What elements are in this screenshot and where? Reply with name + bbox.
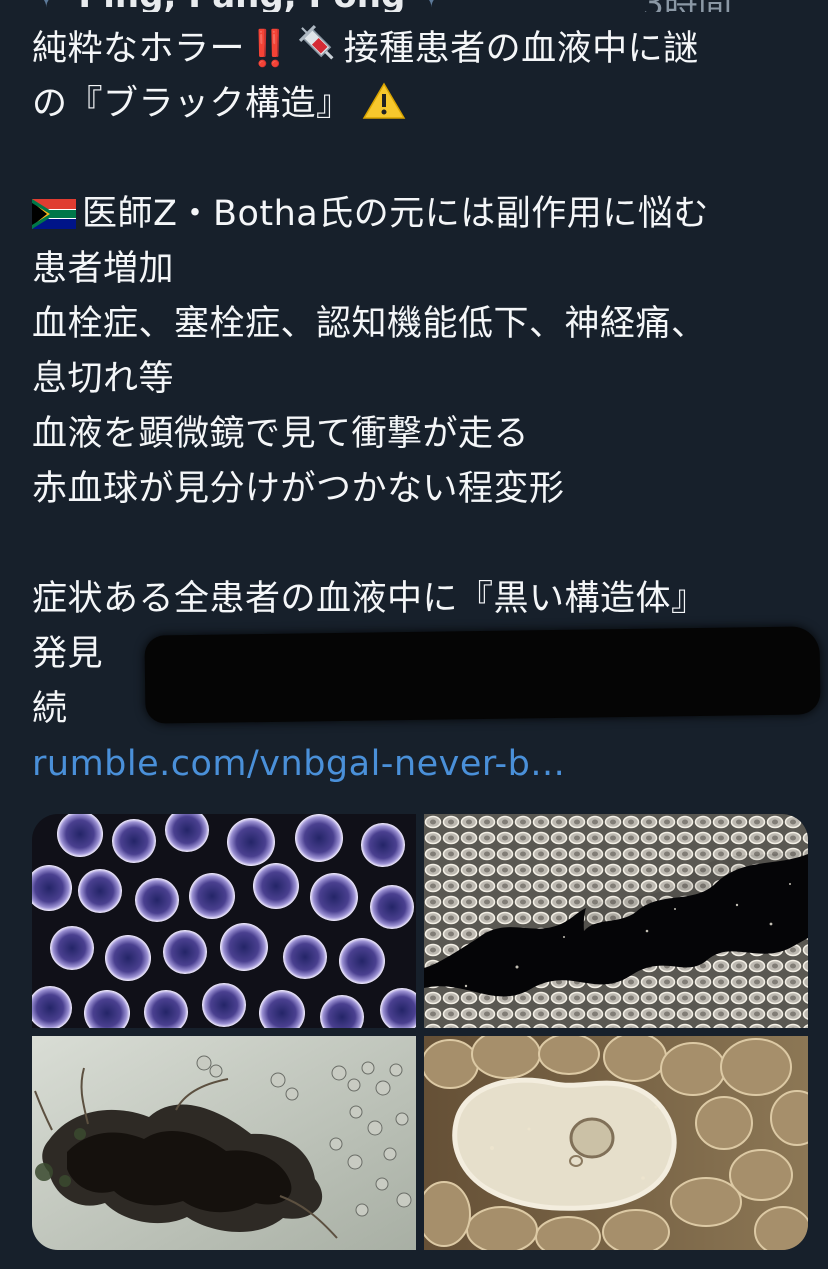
tweet-line: 赤血球が見分けがつかない程変形 [32,469,565,509]
tweet-author-header[interactable]: ✦ Ping, Pang, Pong ✦ 3時間 [32,0,732,12]
tweet-line: 症状ある全患者の血液中に『黒い構造体』 [32,579,707,619]
tweet-line: の『ブラック構造』 [32,77,802,132]
author-name: Ping, Pang, Pong [78,0,405,12]
media-image-black-structure[interactable] [32,1036,416,1250]
south-africa-flag-icon [32,191,76,229]
media-image-normal-blood-cells[interactable] [32,814,416,1028]
sparkle-icon: ✦ [32,0,61,12]
tweet-line: 血液を顕微鏡で見て衝撃が走る [32,414,530,454]
redaction-mark [144,626,821,724]
tweet-line: 息切れ等 [32,359,175,399]
media-grid[interactable] [32,814,808,1250]
tweet-time: 3時間 [642,0,732,12]
double-exclamation-icon: ‼️ [247,29,291,69]
sparkle-icon: ✦ [417,0,446,12]
media-image-clumped-blood-cells[interactable] [424,814,808,1028]
media-image-deformed-cells[interactable] [424,1036,808,1250]
microscope-image-normal-cells [32,814,416,1028]
warning-icon [362,82,406,120]
tweet-line: 医師Z・Botha氏の元には副作用に悩む [32,187,802,242]
syringe-icon [298,24,340,66]
tweet-line: 患者増加 [32,249,175,289]
tweet-line: 血栓症、塞栓症、認知機能低下、神経痛、 [32,304,707,344]
tweet-line: 純粋なホラー‼️ 接種患者の血液中に謎 [32,22,802,77]
microscope-image-deformed-cells [424,1036,808,1250]
tweet-link[interactable]: rumble.com/vnbgal-never-b... [32,737,802,792]
microscope-image-black-structure [32,1036,416,1250]
microscope-image-clumped-cells [424,814,808,1028]
